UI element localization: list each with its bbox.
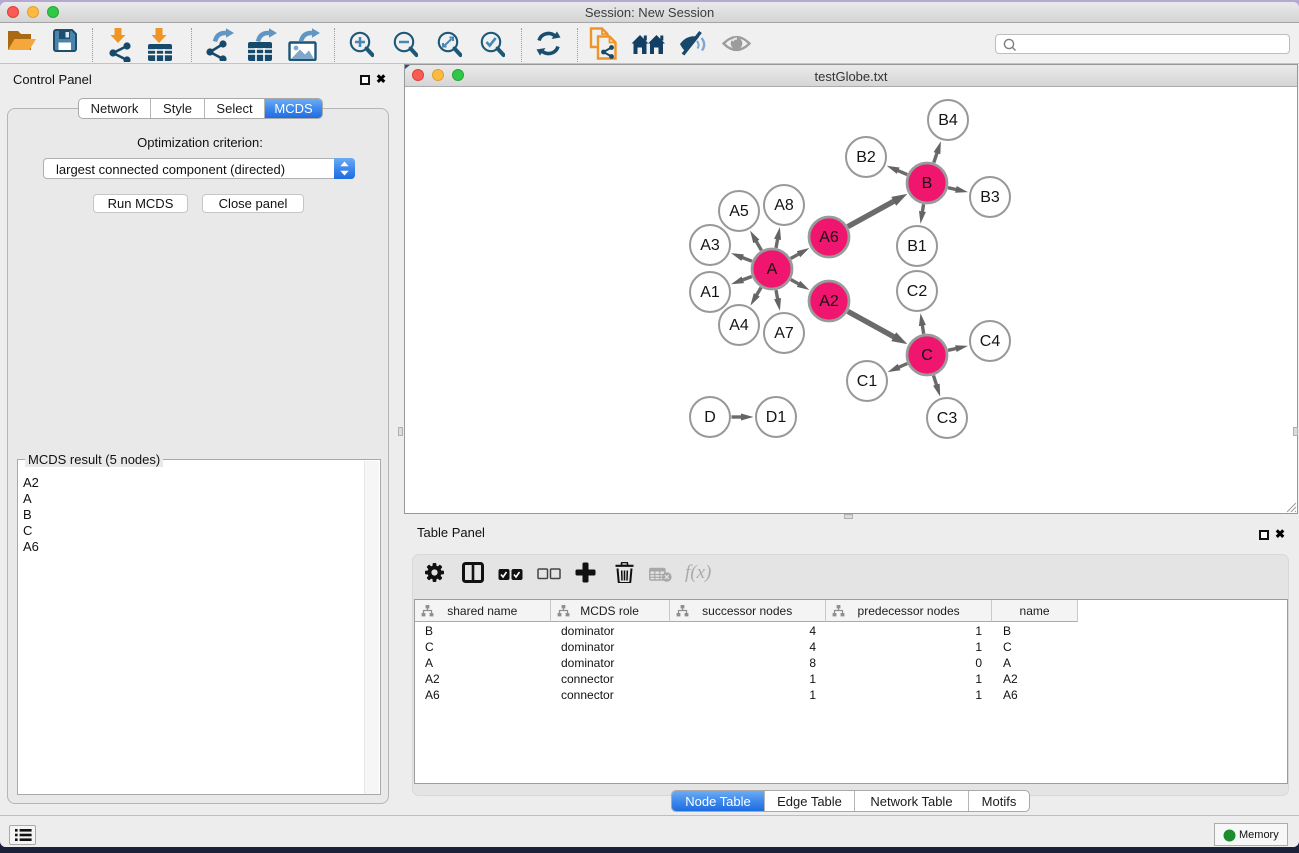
svg-text:B2: B2 (856, 149, 876, 166)
svg-text:C1: C1 (857, 373, 878, 390)
svg-text:B4: B4 (938, 112, 958, 129)
svg-text:A2: A2 (819, 293, 839, 310)
svg-text:A7: A7 (774, 325, 794, 342)
svg-text:A1: A1 (700, 284, 720, 301)
svg-text:B: B (922, 175, 933, 192)
svg-text:C2: C2 (907, 283, 928, 300)
svg-text:C: C (921, 347, 933, 364)
svg-text:D: D (704, 409, 716, 426)
svg-text:A5: A5 (729, 203, 749, 220)
svg-text:C4: C4 (980, 333, 1001, 350)
svg-text:B1: B1 (907, 238, 927, 255)
svg-text:A6: A6 (819, 229, 839, 246)
svg-text:B3: B3 (980, 189, 1000, 206)
svg-text:A: A (767, 261, 778, 278)
svg-text:A4: A4 (729, 317, 749, 334)
svg-text:D1: D1 (766, 409, 787, 426)
svg-text:A3: A3 (700, 237, 720, 254)
svg-text:A8: A8 (774, 197, 794, 214)
svg-text:C3: C3 (937, 410, 958, 427)
